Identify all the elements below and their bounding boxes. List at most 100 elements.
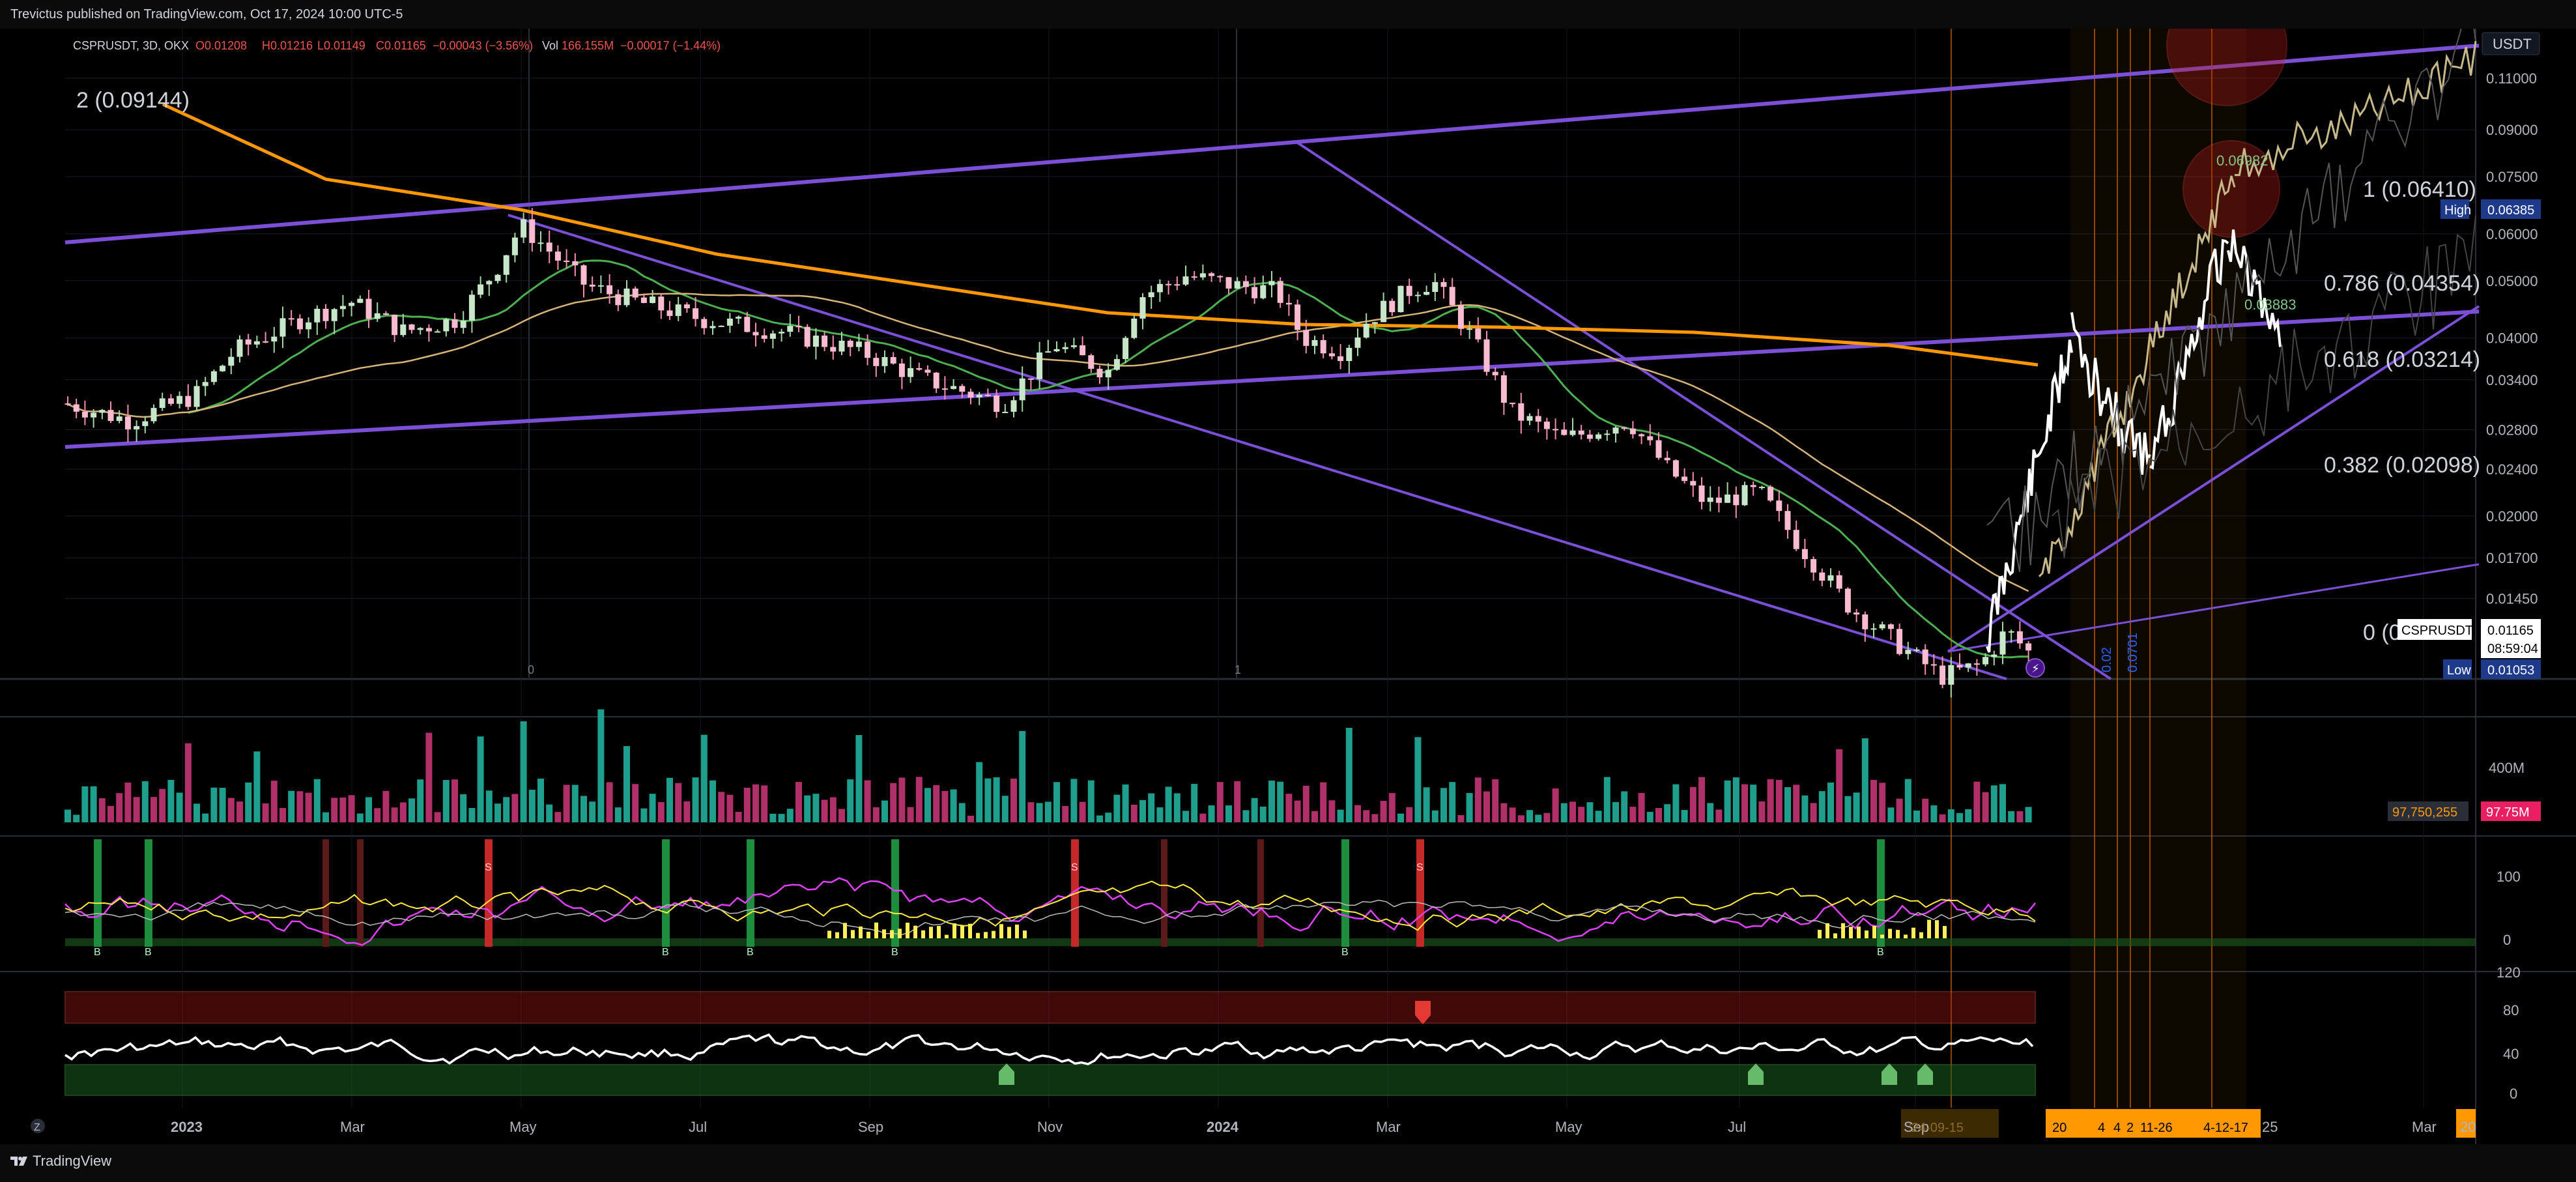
volume-bar [227,798,235,822]
price-tick: 0.02000 [2486,508,2538,525]
volume-bar [657,801,665,822]
momentum-hist-bar [851,930,855,938]
candle-down [959,386,966,392]
volume-bar [554,812,562,822]
momentum-hist-bar [1818,930,1822,938]
candle-down [1088,355,1095,369]
candle-up [159,398,165,409]
candle-down [572,261,579,266]
volume-bar [1294,800,1301,822]
volume-bar [864,780,871,822]
volume-bar [1328,800,1336,822]
candle-up [374,313,380,319]
candle-down [288,318,294,320]
buy-signal-bar [747,839,754,947]
volume-bar [1070,779,1078,822]
volume-bar [1406,807,1413,822]
time-tick: Sep [858,1119,883,1135]
dim-signal-bar [322,839,329,947]
volume-bar [365,797,372,822]
volume-bar [1990,785,1997,822]
candle-down [1166,283,1172,285]
candle-down [615,294,622,306]
candle-up [1371,322,1378,324]
candle-up [1879,624,1885,629]
volume-bar [675,783,682,822]
candle-up [650,296,656,303]
volume-bar [589,801,596,822]
candle-up [838,340,845,352]
candle-down [1698,485,1705,502]
volume-bar [116,793,123,822]
volume-bar [236,801,243,822]
chart-root: Trevictus published on TradingView.com, … [0,0,2576,1182]
candle-up [1113,359,1120,370]
timezone-letter: Z [34,1122,40,1133]
volume-bar [184,743,192,822]
tradingview-logo[interactable]: TradingView [10,1153,111,1170]
momentum-hist-bar [1841,923,1845,938]
volume-bar [98,798,106,822]
volume-bar [1079,801,1086,822]
candle-down [924,369,931,373]
volume-bar [1268,780,1275,822]
candle-up [99,410,106,413]
candle-up [1870,628,1877,630]
candle-up [1913,649,1920,651]
candle-down [830,347,837,352]
candle-down [701,319,708,328]
fib-label-0382: 0.382 (0.02098) [2324,453,2480,478]
candle-down [941,388,948,390]
volume-bar [1810,803,1817,822]
buy-signal-label: B [1341,947,1349,958]
volume-bar [890,783,897,822]
candle-down [1836,575,1842,589]
countdown: 08:59:04 [2487,642,2538,656]
candle-up [236,339,243,357]
volume-bar [1191,784,1198,822]
candle-down [683,304,690,309]
candle-up [1260,285,1267,298]
price-tick: 0.02400 [2486,461,2538,478]
volume-bar [1251,798,1258,822]
candle-down [994,395,1000,412]
candle-down [1690,481,1696,486]
momentum-axis-0: 0 [2503,932,2511,948]
candle-up [202,382,208,386]
momentum-hist-bar [960,925,964,938]
publisher-bar: Trevictus published on TradingView.com, … [0,0,2576,29]
candle-down [81,411,88,418]
candle-down [890,356,896,364]
price-chart[interactable]: 2 (0.09144) 1 (0.06410) 0.786 (0.04354) … [0,29,2576,1144]
legend-vol-change: −0.00017 (−1.44%) [620,39,721,52]
price-tick: 0.02800 [2486,422,2538,438]
volume-bar [1302,785,1309,822]
candle-down [1320,339,1326,354]
highlighted-date: 11-26 [2140,1121,2173,1135]
momentum-hist-bar [1015,924,1019,938]
candle-down [1733,494,1739,506]
candle-up [1053,349,1060,352]
publisher-text: Trevictus published on TradingView.com, … [10,7,403,22]
fib-label-0: 0 (0 [2363,620,2401,645]
volume-bar [1879,783,1886,822]
candle-up [1596,434,1602,439]
volume-bar [881,800,888,822]
volume-bar [2025,807,2032,822]
volume-bar [1689,786,1696,822]
volume-bar [1758,801,1766,822]
volume-bar [546,804,553,822]
volume-bar [64,809,71,822]
candle-down [658,296,665,311]
candle-down [1639,434,1645,437]
tradingview-brand: TradingView [33,1153,112,1169]
candle-down [1793,530,1799,549]
volume-bar [1397,813,1404,822]
volume-bar [1474,777,1481,822]
volume-bar [993,777,1000,822]
candle-up [339,306,346,310]
volume-bar [1715,809,1723,822]
volume-bar [331,798,338,822]
candle-down [1252,287,1258,298]
candle-up [1397,285,1404,313]
